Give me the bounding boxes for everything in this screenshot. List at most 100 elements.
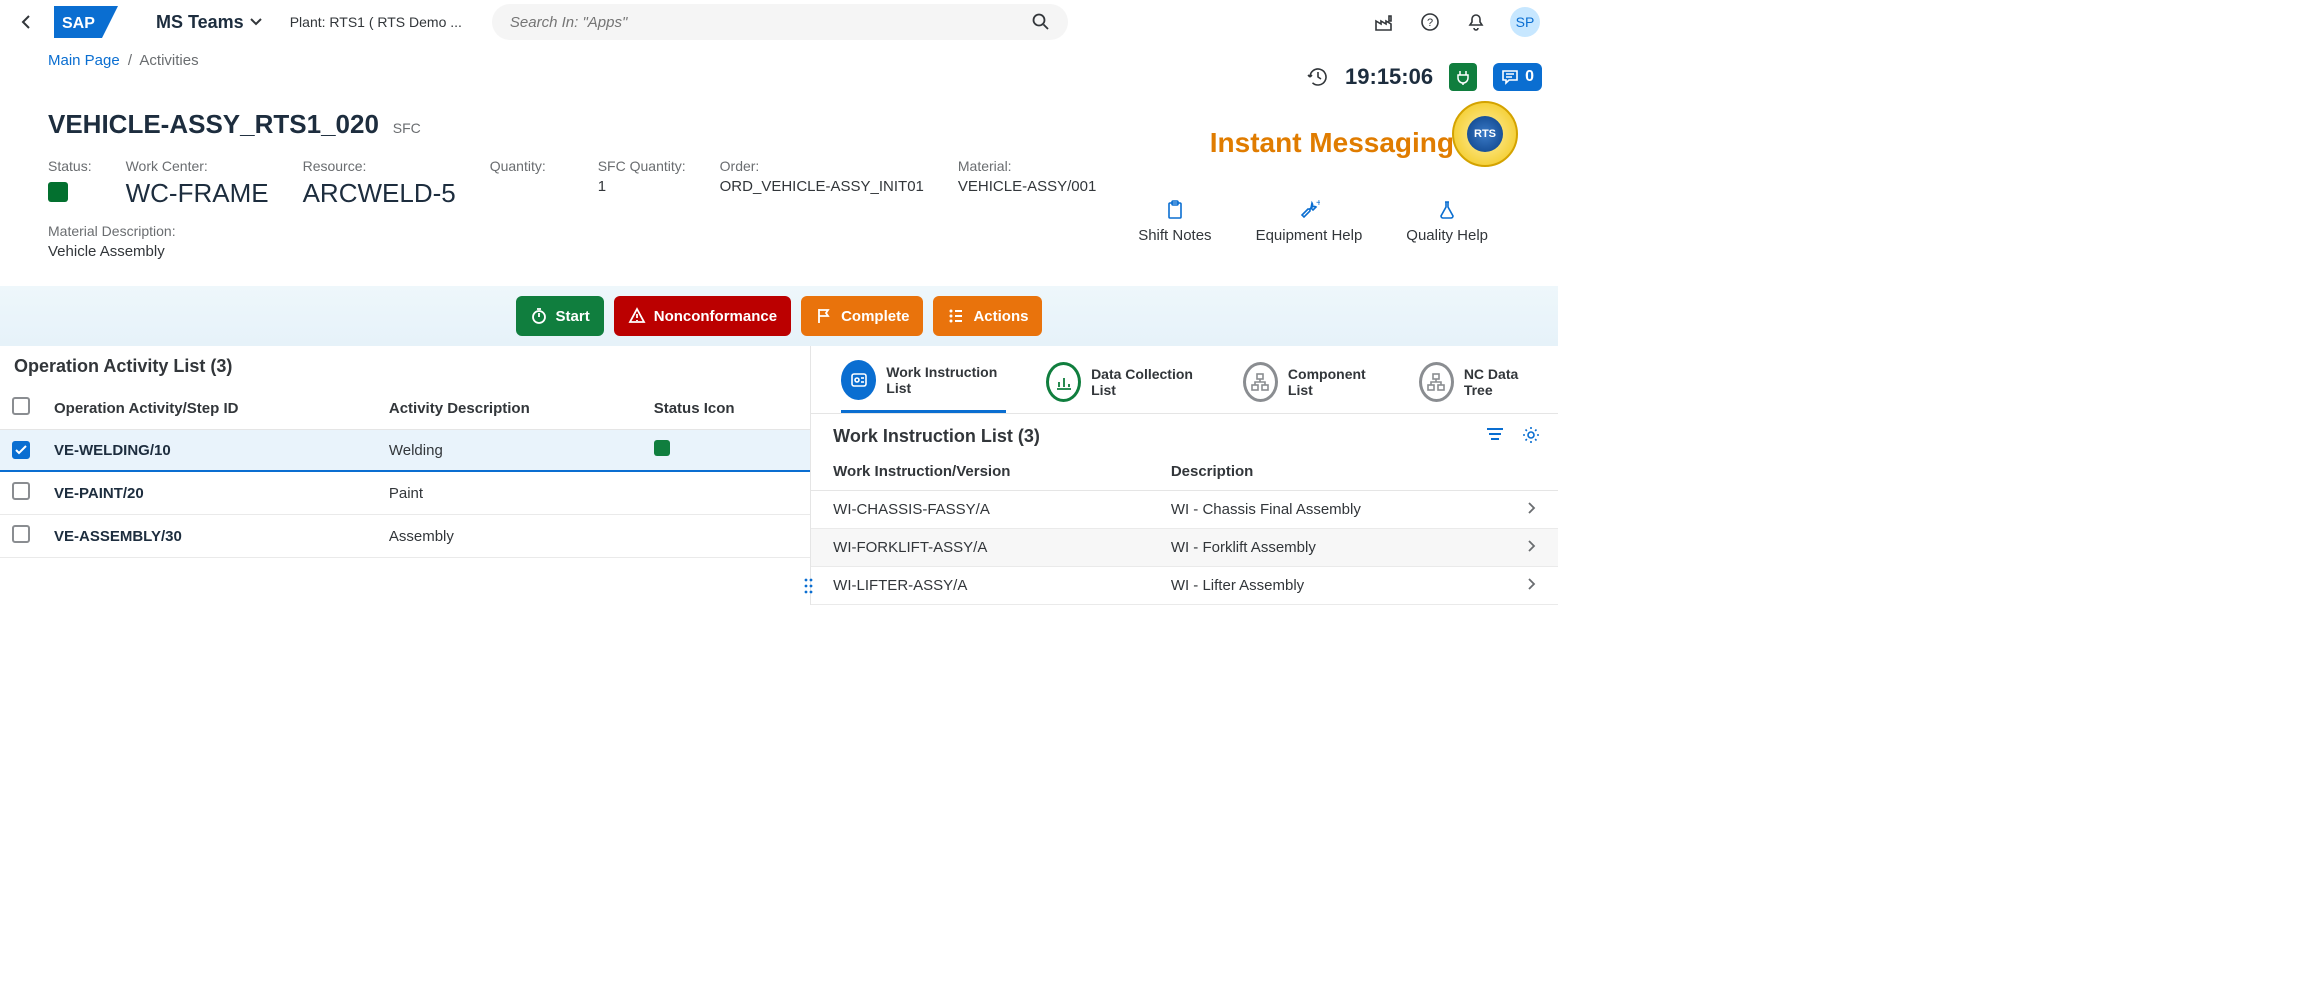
help-icon[interactable]: ? (1418, 10, 1442, 34)
nonconformance-button[interactable]: Nonconformance (614, 296, 791, 336)
wi-list-header: Work Instruction List (3) (811, 414, 1558, 453)
col-step: Operation Activity/Step ID (42, 387, 377, 430)
operation-table: Operation Activity/Step ID Activity Desc… (0, 387, 810, 558)
shift-notes-link[interactable]: Shift Notes (1138, 199, 1211, 244)
tab-nc-data-tree[interactable]: NC Data Tree (1419, 356, 1538, 412)
operation-activity-pane: Operation Activity List (3) Operation Ac… (0, 346, 810, 605)
timer-icon (530, 307, 548, 325)
wi-desc: WI - Lifter Assembly (1149, 567, 1506, 605)
page-title-suffix: SFC (393, 120, 421, 136)
rts-logo: RTS (1452, 101, 1518, 167)
table-row[interactable]: WI-LIFTER-ASSY/A WI - Lifter Assembly (811, 567, 1558, 605)
chevron-left-icon (20, 15, 32, 29)
svg-text:SAP: SAP (62, 15, 95, 32)
table-row[interactable]: WI-CHASSIS-FASSY/A WI - Chassis Final As… (811, 491, 1558, 529)
table-row[interactable]: VE-PAINT/20 Paint (0, 471, 810, 515)
start-button[interactable]: Start (516, 296, 604, 336)
table-row[interactable]: VE-WELDING/10 Welding (0, 430, 810, 472)
tab-work-instructions[interactable]: Work Instruction List (841, 354, 1006, 413)
field-order: Order: ORD_VEHICLE-ASSY_INIT01 (720, 158, 924, 209)
warning-icon (628, 307, 646, 325)
row-checkbox[interactable] (12, 441, 30, 459)
flask-icon (1436, 199, 1458, 221)
tab-data-collection[interactable]: Data Collection List (1046, 356, 1203, 412)
data-icon (1046, 362, 1081, 402)
status-indicator (48, 182, 68, 202)
chevron-right-icon[interactable] (1506, 567, 1558, 605)
row-checkbox[interactable] (12, 525, 30, 543)
breadcrumb-main[interactable]: Main Page (48, 52, 120, 69)
clock-time: 19:15:06 (1345, 64, 1433, 90)
wi-desc: WI - Chassis Final Assembly (1149, 491, 1506, 529)
svg-text:+: + (1316, 199, 1320, 209)
select-all-checkbox[interactable] (12, 397, 30, 415)
global-search[interactable] (492, 4, 1068, 40)
col-wi-desc: Description (1149, 453, 1506, 491)
breadcrumb-current: Activities (139, 52, 198, 69)
split-view: Operation Activity List (3) Operation Ac… (0, 346, 1558, 605)
quality-help-link[interactable]: Quality Help (1406, 199, 1488, 244)
flag-icon (815, 307, 833, 325)
step-desc: Assembly (377, 515, 642, 558)
plug-icon (1455, 69, 1471, 85)
col-desc: Activity Description (377, 387, 642, 430)
search-input[interactable] (510, 14, 1010, 31)
wi-version: WI-LIFTER-ASSY/A (811, 567, 1149, 605)
wi-desc: WI - Forklift Assembly (1149, 529, 1506, 567)
field-resource: Resource: ARCWELD-5 (303, 158, 456, 209)
step-desc: Welding (377, 430, 642, 472)
filter-icon (1486, 426, 1504, 442)
filter-button[interactable] (1486, 426, 1504, 447)
gear-icon (1522, 426, 1540, 444)
table-row[interactable]: WI-FORKLIFT-ASSY/A WI - Forklift Assembl… (811, 529, 1558, 567)
equipment-help-link[interactable]: + Equipment Help (1256, 199, 1363, 244)
action-bar: Start Nonconformance Complete Actions (0, 286, 1558, 346)
settings-button[interactable] (1522, 426, 1540, 447)
detail-tabs-pane: Work Instruction List Data Collection Li… (810, 346, 1558, 605)
comments-count: 0 (1525, 68, 1534, 86)
sap-logo[interactable]: SAP (54, 6, 118, 38)
chevron-right-icon[interactable] (1506, 491, 1558, 529)
field-quantity: Quantity: (490, 158, 564, 209)
resize-handle[interactable] (804, 578, 814, 597)
operation-list-heading: Operation Activity List (3) (0, 346, 810, 387)
user-avatar[interactable]: SP (1510, 7, 1540, 37)
search-icon[interactable] (1032, 13, 1050, 31)
tab-nav: Work Instruction List Data Collection Li… (811, 346, 1558, 414)
field-material: Material: VEHICLE-ASSY/001 (958, 158, 1096, 209)
back-button[interactable] (12, 8, 40, 36)
step-id: VE-PAINT/20 (54, 485, 144, 502)
plugin-status-badge[interactable] (1449, 63, 1477, 91)
status-icon (654, 440, 670, 456)
breadcrumb-sep: / (128, 52, 132, 69)
row-checkbox[interactable] (12, 482, 30, 500)
comment-icon (1501, 69, 1519, 85)
sfc-detail-header: VEHICLE-ASSY_RTS1_020 SFC Status: Work C… (0, 91, 1558, 280)
factory-icon[interactable] (1372, 10, 1396, 34)
top-tools: 19:15:06 0 (0, 63, 1558, 91)
actions-button[interactable]: Actions (933, 296, 1042, 336)
col-status: Status Icon (642, 387, 810, 430)
col-wi-version: Work Instruction/Version (811, 453, 1149, 491)
bell-icon[interactable] (1464, 10, 1488, 34)
tab-components[interactable]: Component List (1243, 356, 1379, 412)
tree-icon (1419, 362, 1454, 402)
step-desc: Paint (377, 471, 642, 515)
instant-messaging-label: Instant Messaging (1138, 127, 1454, 159)
plant-label: Plant: RTS1 ( RTS Demo ... (290, 14, 462, 30)
field-sfc-quantity: SFC Quantity: 1 (598, 158, 686, 209)
wi-version: WI-FORKLIFT-ASSY/A (811, 529, 1149, 567)
comments-badge[interactable]: 0 (1493, 63, 1542, 91)
history-icon[interactable] (1307, 66, 1329, 88)
app-switcher[interactable]: MS Teams (156, 12, 262, 33)
complete-button[interactable]: Complete (801, 296, 923, 336)
list-icon (947, 307, 965, 325)
wi-version: WI-CHASSIS-FASSY/A (811, 491, 1149, 529)
chevron-right-icon[interactable] (1506, 529, 1558, 567)
clipboard-icon (1164, 199, 1186, 221)
field-material-description: Material Description: Vehicle Assembly (48, 223, 176, 260)
hierarchy-icon (1243, 362, 1278, 402)
table-row[interactable]: VE-ASSEMBLY/30 Assembly (0, 515, 810, 558)
app-header: SAP MS Teams Plant: RTS1 ( RTS Demo ... … (0, 0, 1558, 44)
wrench-icon: + (1298, 199, 1320, 221)
